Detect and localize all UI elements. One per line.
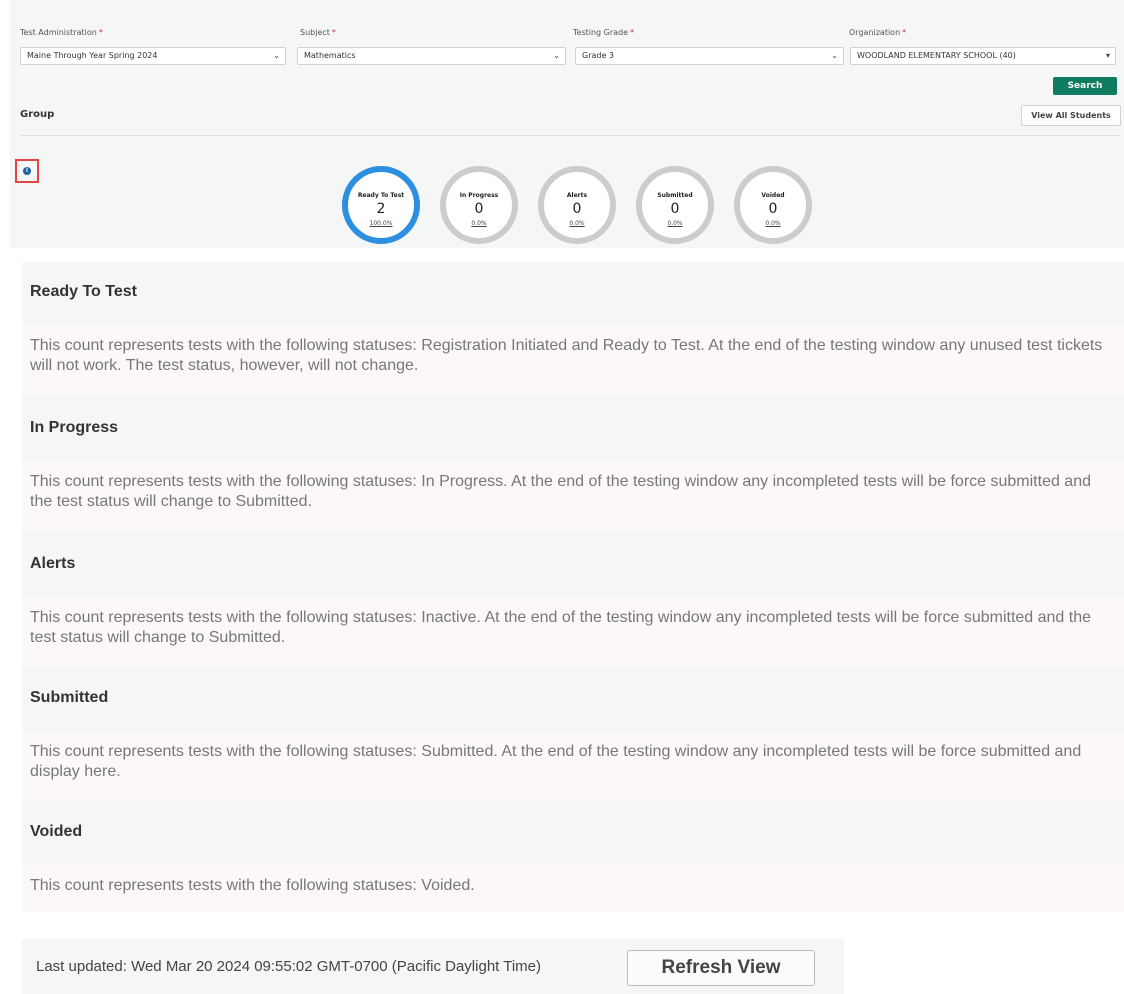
- subject-select[interactable]: Mathematics ⌄: [297, 47, 566, 65]
- testing-grade-select[interactable]: Grade 3 ⌄: [575, 47, 844, 65]
- legend-title-submitted: Submitted: [22, 666, 1124, 730]
- status-label: Alerts: [566, 192, 588, 199]
- status-ring-ready-to-test[interactable]: Ready To Test 2 100.0%: [342, 166, 420, 244]
- status-count: 0: [474, 201, 484, 217]
- status-count: 0: [572, 201, 582, 217]
- testing-grade-label: Testing Grade *: [573, 28, 635, 37]
- divider: [20, 135, 1120, 136]
- refresh-view-button[interactable]: Refresh View: [627, 950, 815, 986]
- legend-description-voided: This count represents tests with the fol…: [22, 864, 1124, 912]
- chevron-down-icon: ▾: [1105, 51, 1110, 60]
- status-label: Voided: [761, 192, 785, 199]
- organization-label: Organization *: [849, 28, 907, 37]
- testing-grade-value: Grade 3: [582, 51, 615, 60]
- info-button[interactable]: i: [15, 159, 39, 183]
- status-percent-link[interactable]: 0.0%: [544, 220, 610, 227]
- subject-label: Subject *: [300, 28, 336, 37]
- legend-title-ready-to-test: Ready To Test: [22, 262, 1124, 322]
- legend-description-ready-to-test: This count represents tests with the fol…: [22, 322, 1124, 396]
- chevron-down-icon: ⌄: [553, 51, 560, 60]
- organization-select[interactable]: WOODLAND ELEMENTARY SCHOOL (40) ▾: [850, 47, 1116, 65]
- status-ring-alerts[interactable]: Alerts 0 0.0%: [538, 166, 616, 244]
- status-label: Submitted: [657, 192, 693, 199]
- legend-description-alerts: This count represents tests with the fol…: [22, 596, 1124, 666]
- status-ring-in-progress[interactable]: In Progress 0 0.0%: [440, 166, 518, 244]
- status-count: 2: [376, 201, 386, 217]
- subject-value: Mathematics: [304, 51, 356, 60]
- legend-title-alerts: Alerts: [22, 532, 1124, 596]
- status-percent-link[interactable]: 0.0%: [740, 220, 806, 227]
- status-ring-voided[interactable]: Voided 0 0.0%: [734, 166, 812, 244]
- status-percent-link[interactable]: 0.0%: [642, 220, 708, 227]
- legend-description-submitted: This count represents tests with the fol…: [22, 730, 1124, 800]
- test-administration-value: Maine Through Year Spring 2024: [27, 51, 158, 60]
- status-label: Ready To Test: [357, 192, 405, 199]
- view-all-students-button[interactable]: View All Students: [1021, 105, 1121, 126]
- chevron-down-icon: ⌄: [273, 51, 280, 60]
- status-legend: Ready To Test This count represents test…: [22, 262, 1124, 912]
- status-ring-submitted[interactable]: Submitted 0 0.0%: [636, 166, 714, 244]
- chevron-down-icon: ⌄: [831, 51, 838, 60]
- test-administration-label: Test Administration *: [20, 28, 103, 37]
- test-administration-select[interactable]: Maine Through Year Spring 2024 ⌄: [20, 47, 286, 65]
- search-button[interactable]: Search: [1053, 77, 1117, 95]
- status-percent-link[interactable]: 0.0%: [446, 220, 512, 227]
- info-icon: i: [23, 167, 31, 175]
- last-updated-text: Last updated: Wed Mar 20 2024 09:55:02 G…: [36, 958, 541, 975]
- legend-title-in-progress: In Progress: [22, 396, 1124, 460]
- group-title: Group: [20, 109, 55, 120]
- status-count: 0: [670, 201, 680, 217]
- legend-title-voided: Voided: [22, 800, 1124, 864]
- footer-bar: Last updated: Wed Mar 20 2024 09:55:02 G…: [22, 939, 844, 994]
- status-percent-link[interactable]: 100.0%: [348, 220, 414, 227]
- status-label: In Progress: [459, 192, 499, 199]
- legend-description-in-progress: This count represents tests with the fol…: [22, 460, 1124, 532]
- organization-value: WOODLAND ELEMENTARY SCHOOL (40): [857, 51, 1016, 60]
- status-count: 0: [768, 201, 778, 217]
